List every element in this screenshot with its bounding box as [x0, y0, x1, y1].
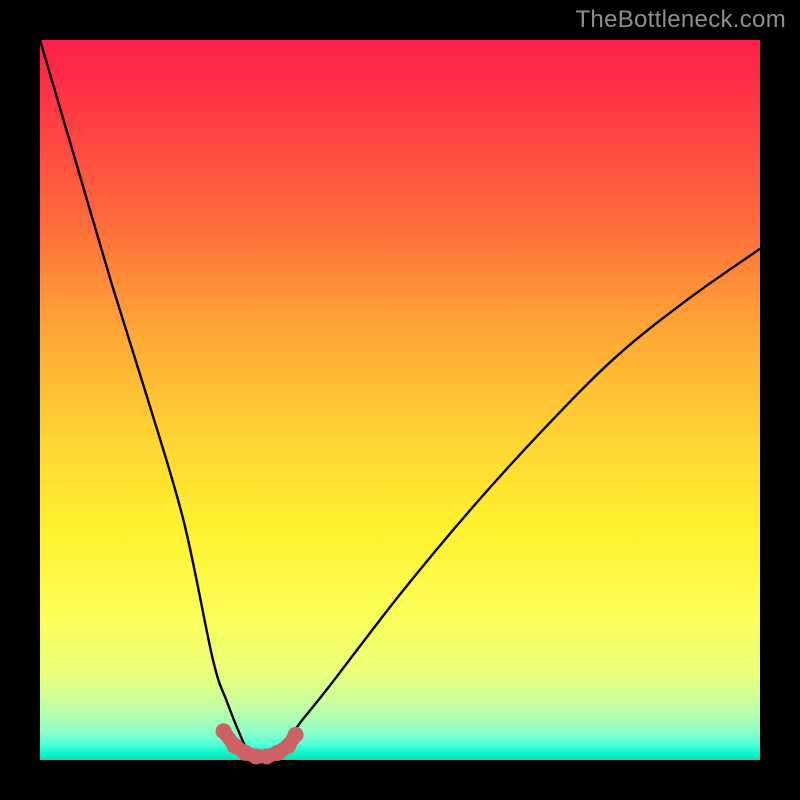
optimal-range-dot — [216, 723, 232, 739]
chart-frame: TheBottleneck.com — [0, 0, 800, 800]
optimal-range-dot — [288, 727, 304, 743]
curve-svg — [40, 40, 760, 760]
plot-area — [40, 40, 760, 760]
watermark-text: TheBottleneck.com — [575, 6, 786, 34]
optimal-range-markers — [216, 723, 304, 764]
bottleneck-curve — [40, 40, 760, 761]
